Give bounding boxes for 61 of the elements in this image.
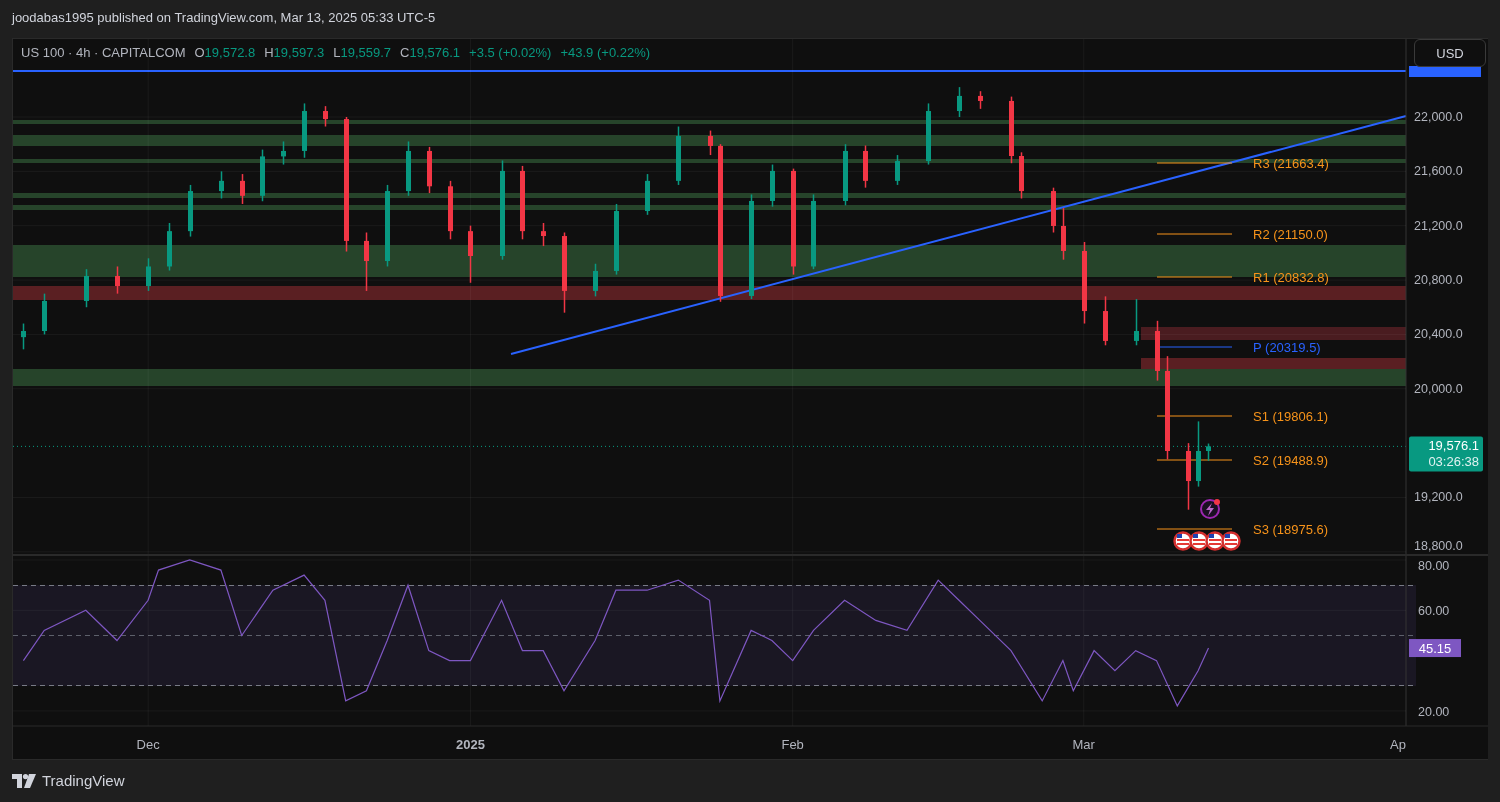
- symbol-title: US 100 · 4h · CAPITALCOM: [21, 45, 186, 60]
- candlestick: [21, 322, 26, 351]
- price-change: +43.9 (+0.22%): [560, 45, 651, 60]
- pivot-label: S2 (19488.9): [1253, 453, 1329, 468]
- bar-countdown: 03:26:38: [1428, 454, 1479, 470]
- ohlc-key: L: [333, 45, 341, 60]
- candlestick: [364, 231, 369, 292]
- rsi-axis-label: 80.00: [1418, 559, 1450, 573]
- ohlc-value: 19,576.1: [409, 45, 461, 60]
- price-axis-label: 18,800.0: [1414, 539, 1463, 553]
- brand-name: TradingView: [42, 772, 125, 789]
- rsi-axis-label: 20.00: [1418, 704, 1450, 719]
- price-change: +3.5 (+0.02%): [469, 45, 552, 60]
- pivot-label: S3 (18975.6): [1253, 522, 1329, 537]
- ohlc-value: 19,572.8: [204, 45, 256, 60]
- time-axis-label: Dec: [136, 737, 160, 752]
- candlestick: [541, 222, 546, 247]
- pivot-label: R1 (20832.8): [1253, 270, 1329, 285]
- price-axis-label: 20,000.0: [1414, 381, 1463, 396]
- candlestick: [895, 154, 900, 186]
- candlestick: [1134, 298, 1139, 347]
- price-axis-label: 19,200.0: [1414, 490, 1463, 505]
- candlestick: [115, 265, 120, 295]
- rsi-axis-label: 60.00: [1418, 604, 1450, 619]
- flag-icon[interactable]: [1221, 531, 1241, 551]
- candlestick: [708, 129, 713, 156]
- flag-icon[interactable]: [1205, 531, 1225, 551]
- pivot-label: S1 (19806.1): [1253, 409, 1329, 424]
- ohlc-key: C: [400, 45, 410, 60]
- candlestick: [281, 140, 286, 166]
- candlestick: [146, 257, 151, 292]
- publish-info: joodabas1995 published on TradingView.com, Mar 13, 2025 05:33 UTC-5: [12, 10, 436, 25]
- ohlc-key: H: [264, 45, 274, 60]
- currency-button[interactable]: USD: [1414, 39, 1486, 67]
- time-axis-label: 2025: [455, 737, 485, 752]
- candlestick: [593, 263, 598, 298]
- pivot-label: P (20319.5): [1253, 340, 1321, 355]
- ohlc-value: 19,597.3: [273, 45, 325, 60]
- candlestick: [957, 86, 962, 118]
- pivot-label: R3 (21663.4): [1253, 156, 1329, 171]
- candlestick: [219, 170, 224, 200]
- time-axis-label: Feb: [781, 737, 804, 752]
- candlestick: [323, 105, 328, 128]
- time-axis-label: Ap: [1390, 737, 1406, 752]
- lightning-event-icon[interactable]: [1200, 499, 1220, 519]
- rsi-value-tag: 45.15: [1409, 639, 1461, 658]
- candlestick: [240, 173, 245, 205]
- line-price-tag: [1409, 66, 1481, 77]
- price-axis-label: 20,400.0: [1414, 327, 1463, 342]
- price-axis-label: 22,000.0: [1414, 110, 1463, 124]
- price-axis-label: 21,600.0: [1414, 164, 1463, 179]
- ohlc-value: 19,559.7: [340, 45, 392, 60]
- flag-icon[interactable]: [1189, 531, 1209, 551]
- price-axis-label: 21,200.0: [1414, 218, 1463, 233]
- last-price: 19,576.1: [1428, 438, 1479, 454]
- price-axis-label: 20,800.0: [1414, 273, 1463, 288]
- time-axis-label: Mar: [1072, 737, 1095, 752]
- ohlc-key: O: [194, 45, 205, 60]
- logo-icon: [12, 773, 36, 788]
- pivot-label: R2 (21150.0): [1253, 227, 1328, 242]
- flag-icon[interactable]: [1173, 531, 1193, 551]
